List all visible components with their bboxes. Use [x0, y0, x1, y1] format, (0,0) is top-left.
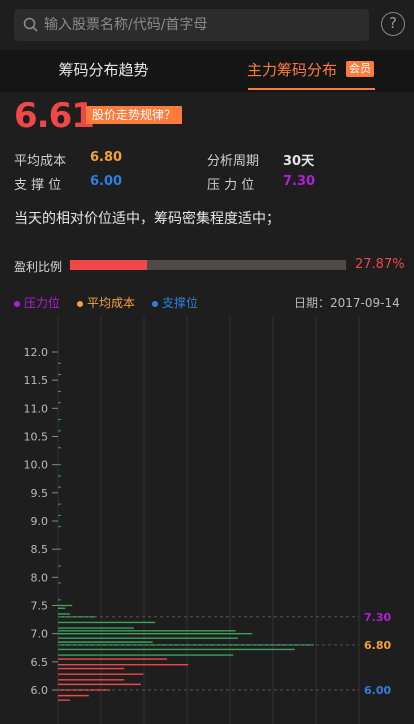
- y-tick-label: 8.5: [31, 543, 49, 556]
- vip-badge: 会员: [346, 61, 374, 77]
- profit-ratio-label: 盈利比例: [14, 260, 63, 274]
- period-value: 30天: [283, 154, 315, 169]
- support-value: 6.00: [90, 174, 123, 189]
- tab-chip-trend[interactable]: 筹码分布趋势: [0, 50, 207, 92]
- profit-ratio-bar: [70, 260, 346, 270]
- profit-ratio-value: 27.87%: [355, 257, 405, 272]
- search-input[interactable]: [44, 9, 364, 41]
- y-tick-label: 9.5: [31, 487, 49, 500]
- y-tick-label: 6.5: [31, 656, 49, 669]
- y-tick-label: 11.0: [24, 402, 49, 415]
- summary-text: 当天的相对价位适中，筹码密集程度适中；: [14, 211, 280, 227]
- profit-ratio-fill: [70, 260, 147, 270]
- y-tick-label: 8.0: [31, 571, 49, 584]
- marker-label: 6.80: [364, 639, 391, 652]
- search-icon: [23, 17, 38, 32]
- y-tick-label: 11.5: [24, 374, 49, 387]
- search-bar[interactable]: [14, 9, 369, 41]
- y-tick-label: 10.5: [24, 431, 49, 444]
- marker-label: 6.00: [364, 684, 391, 697]
- marker-label: 7.30: [364, 611, 391, 624]
- active-tab-indicator: [248, 88, 375, 90]
- pressure-value: 7.30: [283, 174, 316, 189]
- support-label: 支 撑 位: [14, 178, 62, 193]
- chip-distribution-chart: 12.0 11.5 11.0 10.5 10.0 9.5 9.0 8.5 8.0 7.5 7.0 6.…: [24, 316, 391, 724]
- price-rule-button[interactable]: 股价走势规律？: [86, 106, 183, 124]
- date-label: 日期：2017-09-14: [294, 296, 400, 310]
- tab-main-chip[interactable]: 主力筹码分布: [247, 50, 337, 92]
- period-label: 分析周期: [207, 154, 260, 169]
- y-tick-label: 10.0: [24, 459, 49, 472]
- help-button[interactable]: ?: [381, 12, 405, 36]
- legend-avg-cost: 平均成本: [77, 294, 135, 311]
- y-tick-label: 12.0: [24, 346, 49, 359]
- y-tick-label: 7.5: [31, 600, 49, 613]
- avg-cost-label: 平均成本: [14, 154, 67, 169]
- pressure-label: 压 力 位: [207, 178, 255, 193]
- legend-support: 支撑位: [152, 294, 198, 311]
- y-tick-label: 6.0: [31, 684, 49, 697]
- y-tick-label: 7.0: [31, 628, 49, 641]
- avg-cost-value: 6.80: [90, 150, 123, 165]
- legend-pressure: 压力位: [14, 294, 60, 311]
- y-tick-label: 9.0: [31, 515, 49, 528]
- current-price: 6.61: [14, 96, 95, 136]
